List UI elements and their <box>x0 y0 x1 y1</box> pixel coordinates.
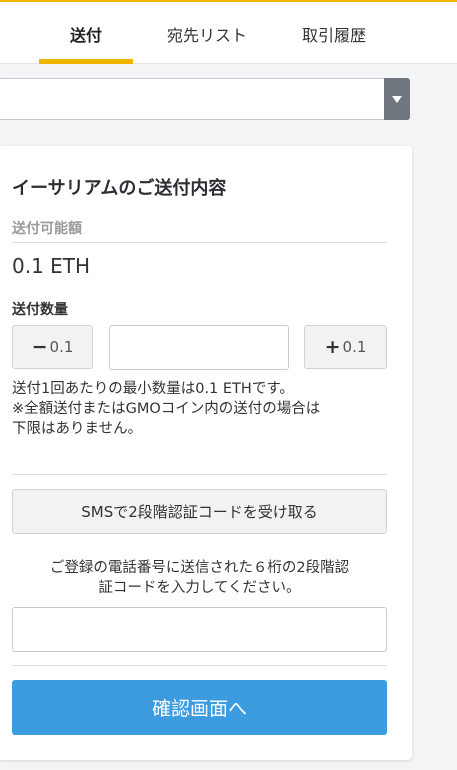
divider <box>12 665 387 666</box>
sms-code-instructions: ご登録の電話番号に送信された６桁の2段階認 証コードを入力してください。 <box>12 558 387 598</box>
tab-bar: 送付 宛先リスト 取引履歴 <box>0 0 457 64</box>
sms-code-button[interactable]: SMSで2段階認証コードを受け取る <box>12 489 387 534</box>
confirm-button[interactable]: 確認画面へ <box>12 680 387 735</box>
triangle-down-icon[interactable] <box>384 78 410 120</box>
decrease-quantity-button[interactable]: − 0.1 <box>12 325 93 369</box>
divider <box>12 474 387 475</box>
quantity-label: 送付数量 <box>12 302 68 318</box>
plus-icon: + <box>324 336 341 358</box>
verification-code-input[interactable] <box>12 607 387 652</box>
increase-quantity-button[interactable]: + 0.1 <box>304 325 387 369</box>
card-title: イーサリアムのご送付内容 <box>12 178 227 199</box>
increase-step-value: 0.1 <box>342 338 367 356</box>
available-amount-label: 送付可能額 <box>12 221 82 237</box>
minimum-quantity-note: 送付1回あたりの最小数量は0.1 ETHです。 ※全額送付またはGMOコイン内の… <box>12 381 321 437</box>
send-details-card: イーサリアムのご送付内容 送付可能額 0.1 ETH 送付数量 − 0.1 + … <box>0 146 412 760</box>
tab-transaction-history[interactable]: 取引履歴 <box>302 22 366 46</box>
sms-note-line-1: ご登録の電話番号に送信された６桁の2段階認 <box>49 560 350 576</box>
active-tab-indicator <box>39 59 133 64</box>
decrease-step-value: 0.1 <box>49 338 74 356</box>
address-select[interactable] <box>0 78 410 120</box>
tab-send[interactable]: 送付 <box>70 22 102 46</box>
minus-icon: − <box>31 336 48 358</box>
tab-address-list[interactable]: 宛先リスト <box>167 22 247 46</box>
quantity-input[interactable] <box>109 325 289 370</box>
sms-note-line-2: 証コードを入力してください。 <box>98 580 301 596</box>
available-amount-value: 0.1 ETH <box>12 254 91 278</box>
divider <box>12 242 387 243</box>
